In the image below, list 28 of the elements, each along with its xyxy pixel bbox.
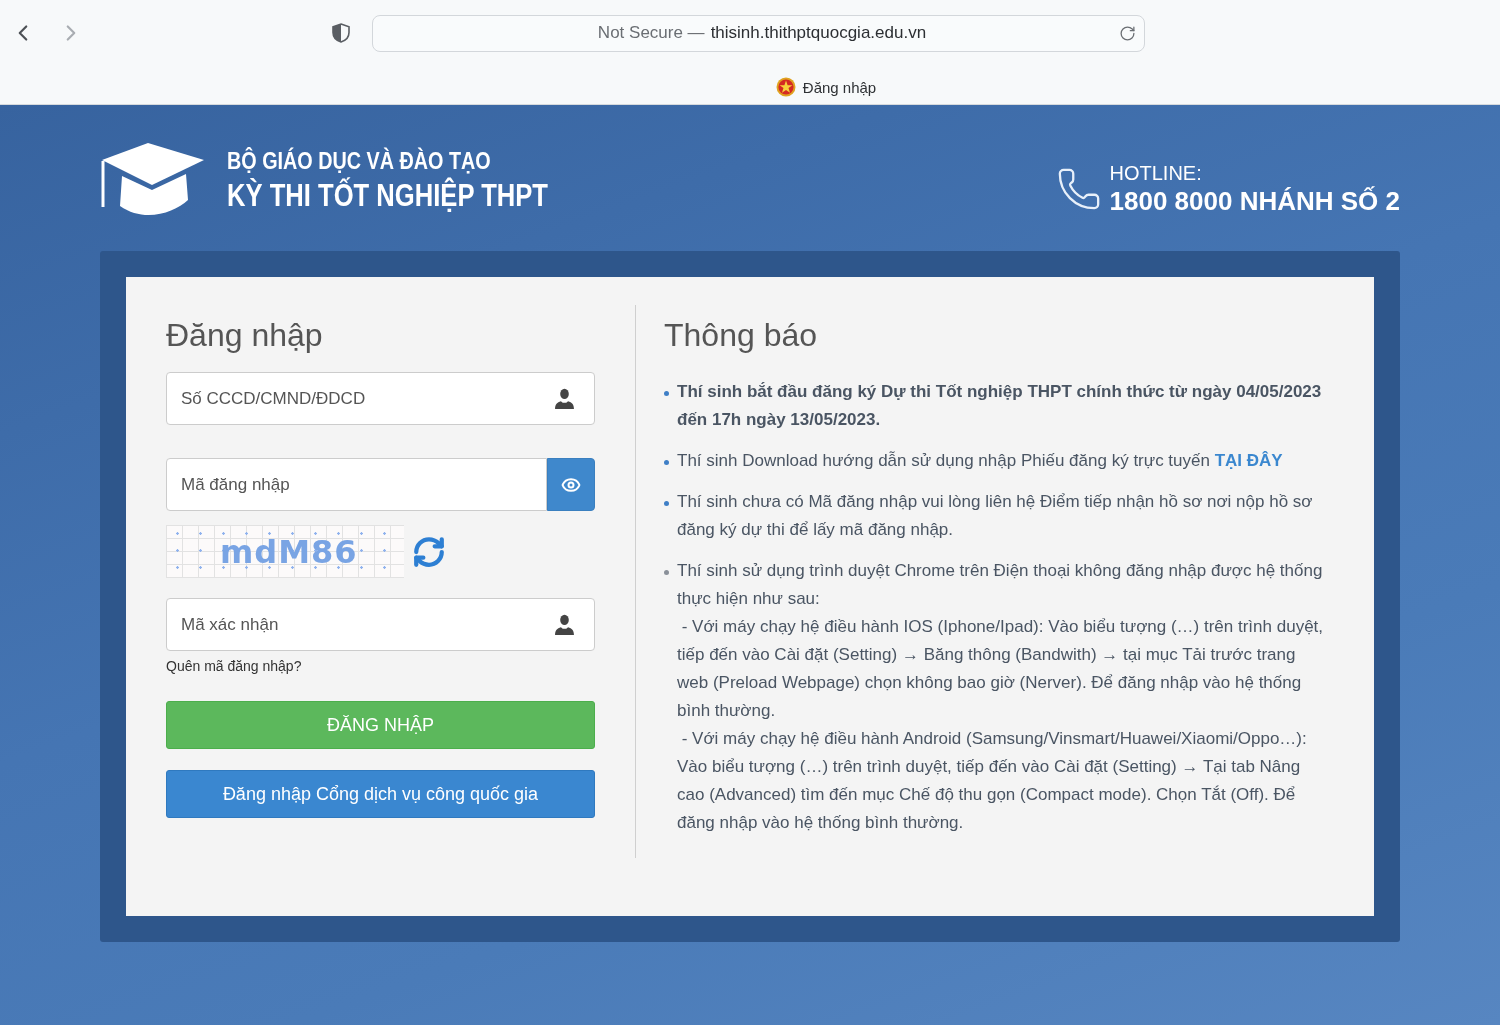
user-icon xyxy=(554,388,575,409)
hotline-label: HOTLINE: xyxy=(1109,161,1202,185)
portal-login-button[interactable]: Đăng nhập Cổng dịch vụ công quốc gia xyxy=(166,770,595,818)
captcha-code: mdM86 xyxy=(166,525,404,578)
security-label: Not Secure — xyxy=(597,23,705,43)
notice-text: Thí sinh chưa có Mã đăng nhập vui lòng liên hệ Điểm tiếp nhận hồ sơ nơi nộp hồ sơ đăng ký dự thi để lấy mã đăng nhập. xyxy=(677,491,1314,541)
notice-text: Thí sinh bắt đầu đăng ký Dự thi Tốt nghiệp THPT chính thức từ ngày 04/05/2023 đến 17h ngày 13/05/2023. xyxy=(677,381,1323,431)
address-bar[interactable]: Not Secure — thisinh.thithptquocgia.edu.vn xyxy=(372,14,1145,52)
login-heading: Đăng nhập xyxy=(166,316,323,355)
url-text: thisinh.thithptquocgia.edu.vn xyxy=(710,23,927,43)
show-password-button[interactable] xyxy=(547,458,595,511)
tab-title[interactable]: Đăng nhập xyxy=(802,78,877,96)
shield-icon[interactable] xyxy=(332,23,350,43)
password-field[interactable]: Mã đăng nhập xyxy=(166,458,547,511)
input-field[interactable]: Số CCCD/CMND/ĐDCD xyxy=(166,372,595,425)
star-emblem-icon xyxy=(775,77,796,97)
forgot-code-link[interactable]: Quên mã đăng nhập? xyxy=(166,656,302,676)
hotline-number: 1800 8000 NHÁNH SỐ 2 xyxy=(1109,185,1400,217)
exam-title: KỲ THI TỐT NGHIỆP THPT xyxy=(227,176,548,215)
reload-icon[interactable] xyxy=(1119,24,1136,42)
notice-text: Thí sinh sử dụng trình duyệt Chrome trên Điện thoại không đăng nhập được hệ thống thực hiện như sau: - Với máy chạy hệ điều hành IOS (Iphone/Ipad): Vào biểu tượng (…) trên trình duyệt, tiếp đến vào Cài đặt (Setting) → Băng thông (Bandwith) → tại mục Tải trước trang web (Preload Webpage) chọn không bao giờ (Nerver). Để đăng nhập vào hệ thống bình thường. - Với máy chạy hệ điều hành Android (Samsung/Vinsmart/Huawei/Xiaomi/Oppo…): Vào biểu tượng (…) trên trình duyệt, tiếp đến vào Cài đặt (Setting) → Tại tab Nâng cao (Advanced) tìm đến mục Chế độ thu gọn (Compact mode). Chọn Tắt (Off). Để đăng nhập vào hệ thống bình thường. xyxy=(677,560,1325,834)
notice-text: Thí sinh Download hướng dẫn sử dụng nhập Phiếu đăng ký trực tuyến TẠI ĐÂY xyxy=(677,450,1284,472)
ministry-name: BỘ GIÁO DỤC VÀ ĐÀO TẠO xyxy=(227,147,491,175)
refresh-captcha-button[interactable] xyxy=(412,534,446,569)
input-field[interactable]: Mã xác nhận xyxy=(166,598,595,651)
user-icon xyxy=(554,614,575,635)
refresh-icon xyxy=(412,534,446,569)
notice-heading: Thông báo xyxy=(664,316,818,355)
